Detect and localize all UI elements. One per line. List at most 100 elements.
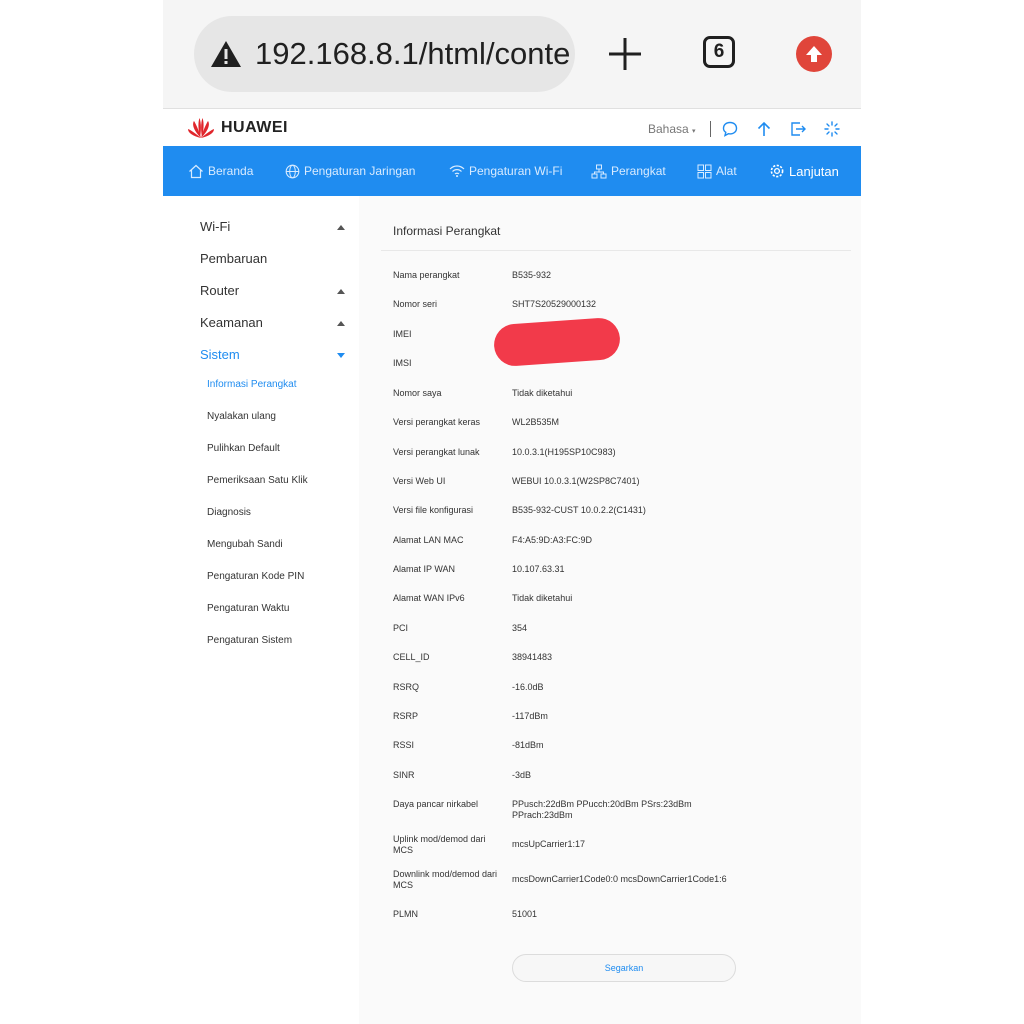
new-tab-button[interactable] xyxy=(605,31,645,77)
nav-item-label[interactable]: Beranda xyxy=(208,164,253,178)
upload-arrow-icon[interactable] xyxy=(755,120,773,138)
info-value: -16.0dB xyxy=(512,682,544,692)
brand-name: HUAWEI xyxy=(221,119,288,136)
info-label: Uplink mod/demod dari MCS xyxy=(393,834,486,855)
sidebar-section-router[interactable]: Router xyxy=(200,283,239,298)
info-label: RSRP xyxy=(393,711,419,721)
sidebar-section-keamanan[interactable]: Keamanan xyxy=(200,315,263,330)
globe-icon xyxy=(285,164,300,178)
sidebar-item-nyalakan-ulang[interactable]: Nyalakan ulang xyxy=(207,411,276,422)
sidebar-item-informasi-perangkat[interactable]: Informasi Perangkat xyxy=(207,379,297,390)
nav-item-label[interactable]: Lanjutan xyxy=(789,164,839,179)
info-label: RSSI xyxy=(393,740,415,750)
redaction-mark xyxy=(492,316,622,368)
language-selector[interactable]: Bahasa ▾ xyxy=(648,122,696,136)
info-label: Downlink mod/demod dari MCS xyxy=(393,869,498,890)
warning-icon[interactable] xyxy=(209,37,243,71)
logout-icon[interactable] xyxy=(789,120,807,138)
device-info-panel: Informasi Perangkat Nama perangkat B535-… xyxy=(359,196,861,1024)
header-divider xyxy=(710,121,711,137)
info-label: Nomor saya xyxy=(393,388,442,398)
nav-item-alat[interactable]: Alat xyxy=(697,146,737,196)
info-label: Alamat LAN MAC xyxy=(393,535,464,545)
sidebar-item-mengubah-sandi[interactable]: Mengubah Sandi xyxy=(207,539,283,550)
home-icon xyxy=(189,164,203,178)
info-value: 354 xyxy=(512,623,528,633)
info-label: Versi perangkat keras xyxy=(393,417,481,427)
sidebar-item-pengaturan-sistem[interactable]: Pengaturan Sistem xyxy=(207,635,292,646)
nav-item-label[interactable]: Pengaturan Wi-Fi xyxy=(469,164,562,178)
chevron-down-icon[interactable] xyxy=(337,353,345,358)
info-value: F4:A5:9D:A3:FC:9D xyxy=(512,535,593,545)
info-label: PLMN xyxy=(393,909,419,919)
info-value: Tidak diketahui xyxy=(512,388,573,398)
info-value: 51001 xyxy=(512,909,538,919)
sidebar-item-diagnosis[interactable]: Diagnosis xyxy=(207,507,251,518)
info-value: -3dB xyxy=(512,770,532,780)
url-text[interactable]: 192.168.8.1/html/conte xyxy=(255,36,570,72)
info-label: Versi file konfigurasi xyxy=(393,505,474,515)
nav-item-pengaturan-wifi[interactable]: Pengaturan Wi-Fi xyxy=(449,146,562,196)
chat-icon[interactable] xyxy=(721,120,739,138)
nav-item-label[interactable]: Pengaturan Jaringan xyxy=(304,164,415,178)
tools-icon xyxy=(697,164,712,178)
sidebar-item-pengaturan-waktu[interactable]: Pengaturan Waktu xyxy=(207,603,289,614)
tab-switcher-button[interactable]: 6 xyxy=(703,36,735,68)
info-label: SINR xyxy=(393,770,415,780)
info-label: Daya pancar nirkabel xyxy=(393,799,479,809)
info-value: mcsUpCarrier1:17 xyxy=(512,839,586,849)
info-label: Versi perangkat lunak xyxy=(393,447,480,457)
info-value: Tidak diketahui xyxy=(512,593,573,603)
sidebar-item-pemeriksaan-satu-klik[interactable]: Pemeriksaan Satu Klik xyxy=(207,475,308,486)
info-label: IMSI xyxy=(393,358,412,368)
info-value: 10.0.3.1(H195SP10C983) xyxy=(512,447,616,457)
language-label[interactable]: Bahasa xyxy=(648,122,689,136)
huawei-flower-icon xyxy=(188,118,214,138)
title-divider xyxy=(381,250,851,251)
wifi-icon xyxy=(449,165,465,177)
loading-spinner-icon xyxy=(823,120,841,138)
phone-screen: 192.168.8.1/html/conte 6 HUAWEI Bahasa ▾… xyxy=(163,0,861,1024)
sidebar-item-pulihkan-default[interactable]: Pulihkan Default xyxy=(207,443,280,454)
plus-icon xyxy=(609,38,641,70)
sidebar: Wi-Fi Pembaruan Router Keamanan Sistem I… xyxy=(163,196,359,1024)
update-button[interactable] xyxy=(796,36,832,72)
info-label: Nomor seri xyxy=(393,299,438,309)
sidebar-section-wifi[interactable]: Wi-Fi xyxy=(200,219,230,234)
info-value: 38941483 xyxy=(512,652,553,662)
info-value: WEBUI 10.0.3.1(W2SP8C7401) xyxy=(512,476,640,486)
nav-item-pengaturan-jaringan[interactable]: Pengaturan Jaringan xyxy=(285,146,415,196)
main-navigation: Beranda Pengaturan Jaringan Pengaturan W… xyxy=(163,146,861,196)
info-label: Versi Web UI xyxy=(393,476,446,486)
info-value: mcsDownCarrier1Code0:0 mcsDownCarrier1Co… xyxy=(512,874,727,884)
chevron-up-icon[interactable] xyxy=(337,289,345,294)
info-value: 10.107.63.31 xyxy=(512,564,565,574)
chevron-up-icon[interactable] xyxy=(337,225,345,230)
info-value: PPusch:22dBm PPucch:20dBm PSrs:23dBm PPr… xyxy=(512,799,692,820)
address-bar[interactable]: 192.168.8.1/html/conte xyxy=(194,16,575,92)
info-label: CELL_ID xyxy=(393,652,430,662)
refresh-button[interactable]: Segarkan xyxy=(512,954,736,982)
info-value: B535-932-CUST 10.0.2.2(C1431) xyxy=(512,505,646,515)
devices-icon xyxy=(591,164,607,178)
info-value: B535-932 xyxy=(512,270,552,280)
page-title: Informasi Perangkat xyxy=(393,224,501,238)
chevron-up-icon[interactable] xyxy=(337,321,345,326)
info-value: SHT7S20529000132 xyxy=(512,299,597,309)
sidebar-section-sistem[interactable]: Sistem xyxy=(200,347,240,362)
info-value: WL2B535M xyxy=(512,417,560,427)
nav-item-lanjutan[interactable]: Lanjutan xyxy=(769,146,839,196)
nav-item-beranda[interactable]: Beranda xyxy=(188,146,253,196)
router-header: HUAWEI Bahasa ▾ xyxy=(163,109,861,146)
nav-item-perangkat[interactable]: Perangkat xyxy=(591,146,666,196)
nav-item-label[interactable]: Perangkat xyxy=(611,164,666,178)
info-label: IMEI xyxy=(393,329,412,339)
sidebar-section-pembaruan[interactable]: Pembaruan xyxy=(200,251,267,266)
arrow-up-icon xyxy=(806,46,822,62)
sidebar-item-pengaturan-kode-pin[interactable]: Pengaturan Kode PIN xyxy=(207,571,304,582)
nav-item-label[interactable]: Alat xyxy=(716,164,737,178)
info-label: Alamat WAN IPv6 xyxy=(393,593,465,603)
info-label: Nama perangkat xyxy=(393,270,460,280)
info-label: PCI xyxy=(393,623,409,633)
caret-down-icon[interactable]: ▾ xyxy=(692,128,696,135)
